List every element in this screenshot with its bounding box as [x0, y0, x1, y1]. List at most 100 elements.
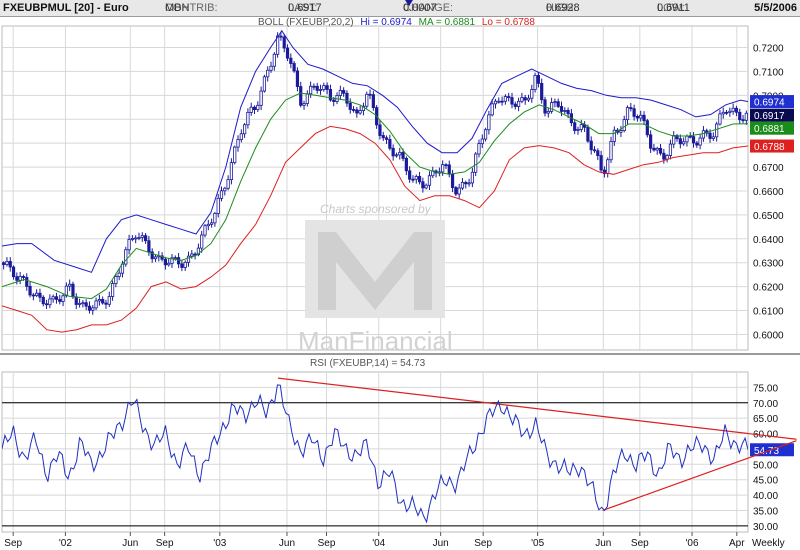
- price-candle-body: [685, 135, 689, 143]
- price-candle-body: [243, 124, 247, 135]
- price-candle-body: [470, 171, 474, 184]
- price-candle-body: [117, 272, 121, 277]
- price-candle-body: [282, 36, 286, 49]
- chart-area: Charts sponsored by ManFinancial 0.60000…: [0, 17, 800, 549]
- last-price-tag-label: 0.6917: [754, 111, 785, 122]
- rsi-plot-frame: [1, 371, 749, 533]
- price-candle-body: [394, 154, 399, 157]
- price-candle-body: [51, 296, 55, 300]
- price-panel: Charts sponsored by ManFinancial 0.60000…: [1, 17, 794, 356]
- price-candle-body: [256, 104, 260, 110]
- price-candle-body: [295, 70, 300, 87]
- price-ytick-label: 0.7100: [753, 67, 784, 78]
- price-ytick-label: 0.6700: [753, 163, 784, 174]
- price-candle-body: [233, 146, 237, 164]
- rsi-ytick-label: 45.00: [753, 476, 778, 487]
- price-candle-body: [480, 138, 484, 145]
- price-candle-body: [97, 299, 101, 302]
- price-candle-body: [645, 120, 649, 136]
- price-candle-body: [464, 182, 468, 185]
- rsi-panel: 30.0035.0040.0045.0050.0055.0060.0065.00…: [1, 358, 797, 533]
- price-candle-body: [5, 261, 9, 265]
- price-candle-body: [540, 82, 544, 101]
- panel-separator: [0, 353, 800, 355]
- upper-band-tag-label: 0.6974: [754, 98, 785, 109]
- boll-legend-ma: MA = 0.6881: [419, 17, 476, 28]
- price-candle-body: [342, 90, 346, 94]
- price-candle-body: [596, 150, 600, 156]
- price-candle-body: [279, 35, 283, 38]
- price-candle-body: [305, 93, 309, 104]
- price-candle-body: [698, 137, 702, 146]
- price-candle-body: [134, 237, 138, 240]
- price-candle-body: [609, 141, 613, 161]
- price-candle-body: [695, 142, 699, 146]
- boll-legend: BOLL (FXEUBP,20,2) Hi = 0.6974 MA = 0.68…: [258, 17, 535, 28]
- price-candle-body: [285, 47, 290, 59]
- price-ytick-label: 0.6100: [753, 307, 784, 318]
- price-candle-body: [606, 159, 610, 174]
- price-candle-body: [576, 129, 580, 131]
- price-candle-body: [358, 110, 362, 114]
- price-candle-body: [493, 100, 498, 105]
- price-candle-body: [292, 63, 296, 72]
- price-candle-body: [625, 107, 630, 121]
- price-candle-body: [559, 106, 564, 112]
- price-candle-body: [48, 298, 52, 306]
- price-candle-body: [441, 164, 445, 173]
- price-candle-body: [25, 277, 29, 287]
- price-candle-body: [483, 129, 488, 140]
- price-candle-body: [404, 157, 408, 172]
- price-candle-body: [153, 256, 158, 260]
- price-candle-body: [398, 152, 402, 156]
- price-candle-body: [744, 112, 748, 121]
- x-tick-label: Sep: [156, 538, 174, 549]
- price-candle-body: [219, 190, 224, 199]
- price-candle-body: [708, 132, 712, 139]
- price-ytick-label: 0.6400: [753, 235, 784, 246]
- price-candle-body: [500, 100, 504, 103]
- price-candle-body: [74, 296, 78, 305]
- x-axis: Sep '02 Jun Sep '03 Jun Sep '04 Jun Sep '05 Jun Sep '…: [4, 532, 745, 549]
- price-candle-body: [536, 75, 540, 84]
- rsi-ytick-label: 65.00: [753, 414, 778, 425]
- price-candle-body: [417, 176, 422, 183]
- price-candle-body: [599, 155, 603, 171]
- price-candle-body: [682, 141, 686, 145]
- price-candle-body: [649, 134, 653, 149]
- price-candle-body: [573, 122, 577, 131]
- price-candle-body: [510, 97, 514, 105]
- price-candle-body: [672, 135, 676, 145]
- price-candle-body: [474, 153, 478, 173]
- price-candle-body: [721, 111, 725, 115]
- price-candle-body: [556, 101, 560, 107]
- price-candle-body: [378, 124, 382, 136]
- price-candle-body: [421, 181, 425, 189]
- price-candle-body: [408, 170, 412, 180]
- price-candle-body: [252, 106, 257, 110]
- price-candle-body: [652, 147, 656, 151]
- rsi-ytick-label: 50.00: [753, 460, 778, 471]
- period-label: Weekly: [752, 538, 785, 549]
- x-tick-label: '06: [686, 538, 699, 549]
- x-tick-label: Jun: [595, 538, 611, 549]
- price-candle-body: [678, 138, 682, 145]
- price-ytick-label: 0.6600: [753, 187, 784, 198]
- price-candle-body: [110, 283, 115, 297]
- price-ytick-label: 0.6300: [753, 259, 784, 270]
- price-tags: 0.6974 0.6917 0.6881 0.6788: [750, 95, 794, 153]
- price-candle-body: [457, 187, 461, 195]
- price-candle-body: [655, 147, 659, 151]
- price-candle-body: [2, 262, 6, 265]
- price-candle-body: [497, 100, 501, 103]
- price-candle-body: [533, 75, 537, 90]
- price-candle-body: [348, 102, 352, 110]
- price-candle-body: [315, 85, 319, 91]
- price-candle-body: [619, 130, 623, 133]
- price-candle-body: [68, 283, 72, 287]
- price-candle-body: [381, 135, 385, 139]
- price-candle-body: [738, 111, 742, 121]
- price-y-axis: 0.6000 0.6100 0.6200 0.6300 0.6400 0.6500 0.66…: [753, 44, 784, 342]
- price-ytick-label: 0.6200: [753, 283, 784, 294]
- price-candle-body: [513, 103, 517, 107]
